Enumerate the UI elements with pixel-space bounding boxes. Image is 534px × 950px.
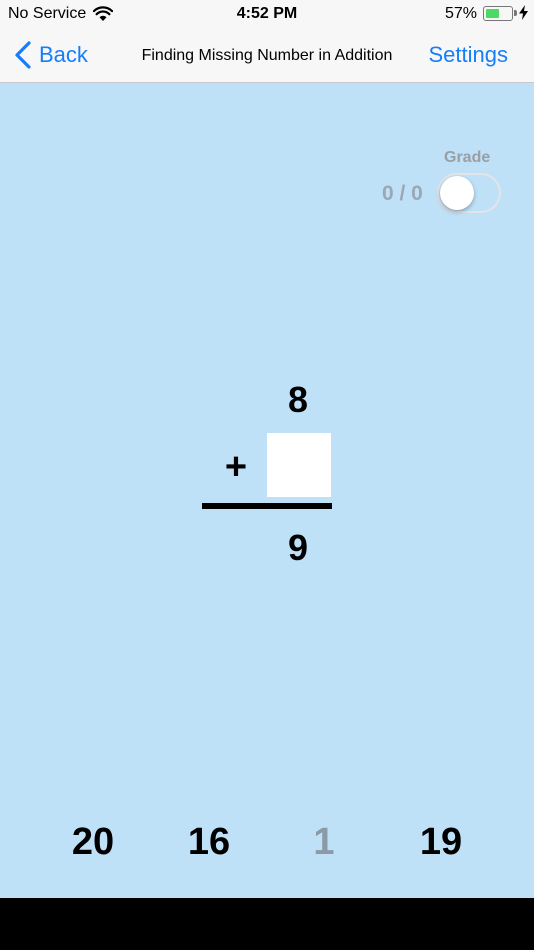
sum-line: [202, 503, 332, 509]
score-label: 0 / 0: [382, 182, 423, 205]
status-bar: No Service 4:52 PM 57%: [0, 0, 534, 30]
battery-tip: [514, 10, 517, 16]
choice-button[interactable]: 19: [396, 821, 486, 864]
chevron-left-icon: [15, 41, 31, 69]
answer-choices: 20 16 1 19: [0, 821, 534, 873]
navigation-bar: Back Finding Missing Number in Addition …: [0, 30, 534, 83]
answer-box[interactable]: [267, 433, 331, 497]
lightning-bolt-icon: [519, 5, 528, 20]
sum-number: 9: [287, 527, 309, 568]
settings-button[interactable]: Settings: [429, 42, 509, 68]
toggle-knob: [440, 176, 474, 210]
back-button[interactable]: Back: [14, 39, 88, 71]
grade-toggle[interactable]: [437, 173, 501, 213]
battery-percentage: 57%: [444, 5, 477, 22]
choice-button[interactable]: 20: [48, 821, 138, 864]
plus-operator: +: [224, 446, 248, 488]
page-title: Finding Missing Number in Addition: [141, 47, 393, 64]
grade-label: Grade: [444, 149, 491, 166]
choice-button[interactable]: 16: [164, 821, 254, 864]
bottom-bar: [0, 898, 534, 950]
addend-number: 8: [287, 379, 309, 420]
battery-icon: [483, 6, 513, 21]
choice-button[interactable]: 1: [279, 821, 369, 864]
back-label: Back: [39, 42, 88, 67]
exercise-area: Grade 0 / 0 8 + 9 20 16 1 19: [0, 83, 534, 898]
